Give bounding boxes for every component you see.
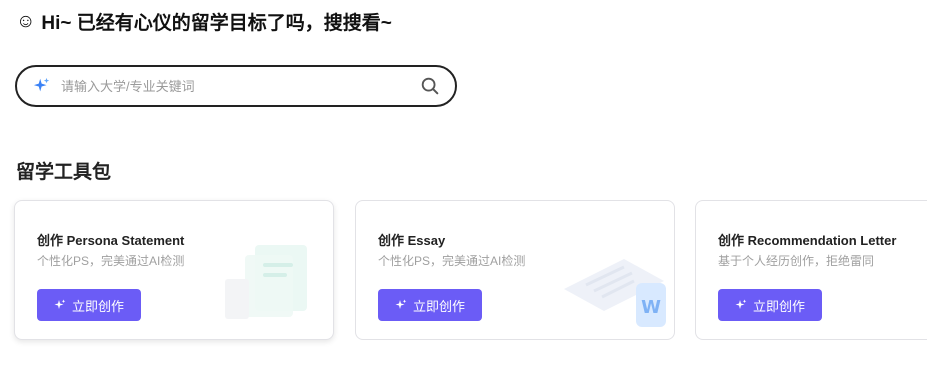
toolkit-card-recommendation-letter[interactable]: 创作 Recommendation Letter 基于个人经历创作，拒绝雷同 立… xyxy=(695,200,927,340)
search-icon[interactable] xyxy=(419,75,441,97)
search-input[interactable] xyxy=(61,78,419,94)
card-subtitle: 个性化PS，完美通过AI检测 xyxy=(378,254,526,268)
card-subtitle: 基于个人经历创作，拒绝雷同 xyxy=(718,254,875,268)
sparkle-icon xyxy=(735,299,747,309)
sparkle-icon xyxy=(395,299,407,309)
document-illustration-icon xyxy=(225,245,307,319)
card-title: 创作 Persona Statement xyxy=(37,233,185,248)
create-button[interactable]: 立即创作 xyxy=(718,289,822,321)
sparkle-icon xyxy=(54,299,66,309)
card-title: 创作 Essay xyxy=(378,233,446,248)
card-title: 创作 Recommendation Letter xyxy=(718,233,897,248)
greeting-text: Hi~ 已经有心仪的留学目标了吗，搜搜看~ xyxy=(41,13,392,34)
toolkit-card-essay[interactable]: W 创作 Essay 个性化PS，完美通过AI检测 立即创作 xyxy=(355,200,675,340)
greeting-heading: ☺ Hi~ 已经有心仪的留学目标了吗，搜搜看~ xyxy=(16,8,392,35)
create-button-label: 立即创作 xyxy=(71,298,124,314)
search-bar[interactable] xyxy=(15,65,457,107)
page: ☺ Hi~ 已经有心仪的留学目标了吗，搜搜看~ 留学工具包 创作 Persona… xyxy=(0,0,927,376)
toolkit-title: 留学工具包 xyxy=(16,162,112,183)
essay-illustration-icon: W xyxy=(564,259,666,327)
create-button[interactable]: 立即创作 xyxy=(378,289,482,321)
create-button-label: 立即创作 xyxy=(412,298,465,314)
create-button[interactable]: 立即创作 xyxy=(37,289,141,321)
create-button-label: 立即创作 xyxy=(752,298,805,314)
card-subtitle: 个性化PS，完美通过AI检测 xyxy=(37,254,185,268)
sparkle-icon xyxy=(33,77,50,92)
smile-icon: ☺ xyxy=(16,10,36,32)
toolkit-card-persona-statement[interactable]: 创作 Persona Statement 个性化PS，完美通过AI检测 立即创作 xyxy=(14,200,334,340)
svg-text:W: W xyxy=(641,297,661,318)
